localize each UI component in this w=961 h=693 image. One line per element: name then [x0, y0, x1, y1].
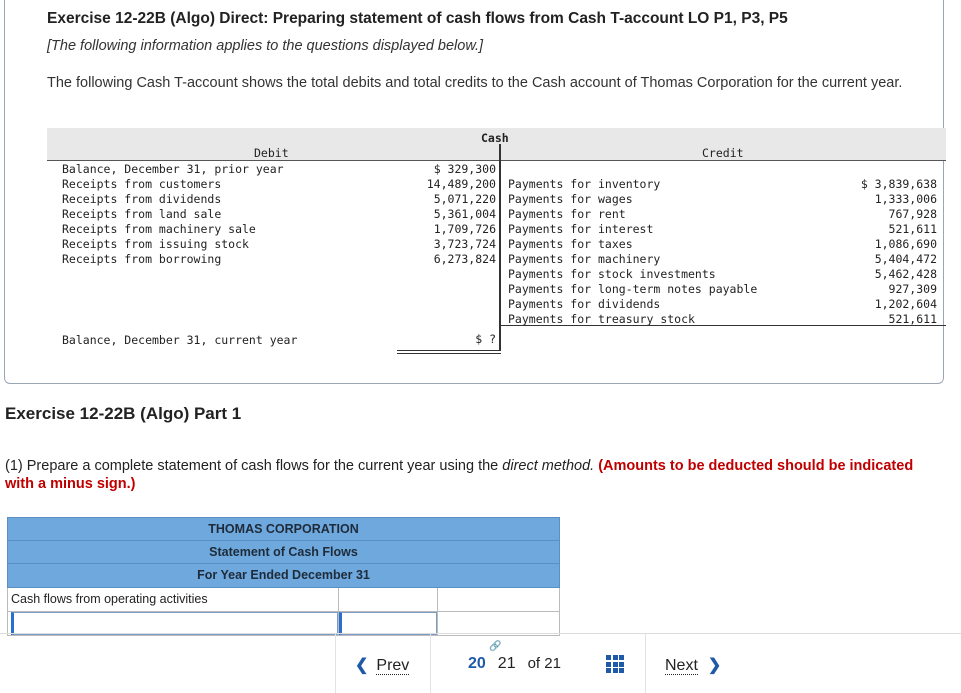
next-label: Next [665, 657, 698, 675]
ending-balance-value: $ ? [475, 332, 496, 346]
debit-label: Receipts from land sale [62, 207, 222, 221]
debit-label: Receipts from dividends [62, 192, 222, 206]
debit-value: $ 329,300 [433, 162, 496, 176]
exercise-description: The following Cash T-account shows the t… [47, 75, 903, 91]
question-prefix: (1) Prepare a complete statement of cash… [5, 458, 503, 474]
amount-cell [339, 612, 438, 635]
exercise-title: Exercise 12-22B (Algo) Direct: Preparing… [47, 10, 788, 27]
section-amount-cell [339, 588, 438, 611]
current-page-button[interactable]: 20 [468, 655, 486, 672]
nav-separator-mid [430, 634, 431, 693]
credit-label: Payments for rent [508, 207, 626, 221]
cash-t-account: Cash Debit Credit Balance, December 31, … [47, 128, 946, 354]
section-total-cell [438, 588, 559, 611]
credit-label: Payments for stock investments [508, 267, 716, 281]
debit-label: Receipts from issuing stock [62, 237, 249, 251]
debit-label: Receipts from machinery sale [62, 222, 256, 236]
footer-divider [0, 633, 961, 634]
credit-value: $ 3,839,638 [860, 177, 937, 191]
credit-label: Payments for wages [508, 192, 633, 206]
debit-header: Debit [254, 146, 289, 160]
link-icon: 🔗 [489, 641, 502, 652]
statement-header: THOMAS CORPORATION Statement of Cash Flo… [7, 517, 560, 588]
debit-value: 6,273,824 [433, 252, 496, 266]
page-indicator: 20 21 of 21 [468, 655, 561, 673]
next-button[interactable]: Next ❯ [665, 655, 721, 675]
ending-balance-label: Balance, December 31, current year [62, 333, 298, 347]
credit-value: 1,333,006 [874, 192, 937, 206]
total-cell [438, 612, 559, 635]
credit-label: Payments for long-term notes payable [508, 282, 758, 296]
prev-button[interactable]: ❮ Prev [355, 655, 410, 675]
prev-label: Prev [376, 657, 410, 675]
credit-label: Payments for taxes [508, 237, 633, 251]
line-item-cell [8, 612, 339, 635]
debit-value: 14,489,200 [426, 177, 496, 191]
part-title: Exercise 12-22B (Algo) Part 1 [5, 404, 242, 423]
credit-value: 5,404,472 [874, 252, 937, 266]
credit-value: 1,086,690 [874, 237, 937, 251]
statement-name: Statement of Cash Flows [8, 541, 559, 564]
nav-separator-right [645, 634, 646, 693]
credit-label: Payments for inventory [508, 177, 661, 191]
t-account-header-line [47, 160, 946, 161]
credit-value: 767,928 [888, 207, 937, 221]
debit-value: 5,361,004 [433, 207, 496, 221]
credit-header: Credit [702, 146, 744, 160]
debit-value: 1,709,726 [433, 222, 496, 236]
debit-label: Receipts from borrowing [62, 252, 222, 266]
statement-company: THOMAS CORPORATION [8, 518, 559, 541]
credit-label: Payments for dividends [508, 297, 661, 311]
section-label: Cash flows from operating activities [8, 588, 339, 611]
exercise-subtitle: [The following information applies to th… [47, 38, 484, 54]
debit-label: Receipts from customers [62, 177, 222, 191]
credit-value: 521,611 [888, 222, 937, 236]
credit-underline [501, 325, 946, 326]
debit-value: 5,071,220 [433, 192, 496, 206]
credit-value: 1,202,604 [874, 297, 937, 311]
page-21-button[interactable]: 21 [498, 655, 516, 672]
grid-icon[interactable] [606, 655, 624, 673]
nav-separator-left [335, 634, 336, 693]
question-emphasis: direct method. [502, 458, 595, 474]
chevron-right-icon: ❯ [707, 657, 722, 674]
page-total: of 21 [527, 655, 561, 672]
chevron-left-icon: ❮ [355, 657, 369, 674]
amount-input[interactable] [339, 612, 437, 635]
debit-value: 3,723,724 [433, 237, 496, 251]
question-text: (1) Prepare a complete statement of cash… [5, 457, 925, 493]
t-account-title: Cash [481, 131, 509, 145]
t-account-divider [499, 144, 501, 350]
credit-label: Payments for machinery [508, 252, 661, 266]
balance-double-underline-bottom [397, 353, 501, 354]
section-row: Cash flows from operating activities [7, 588, 560, 612]
balance-double-underline-top [397, 350, 501, 351]
cash-flow-statement-table: THOMAS CORPORATION Statement of Cash Flo… [7, 517, 560, 636]
credit-label: Payments for interest [508, 222, 654, 236]
credit-value: 927,309 [888, 282, 937, 296]
line-item-input[interactable] [11, 612, 338, 635]
debit-label: Balance, December 31, prior year [62, 162, 284, 176]
credit-value: 5,462,428 [874, 267, 937, 281]
statement-period: For Year Ended December 31 [197, 568, 370, 582]
